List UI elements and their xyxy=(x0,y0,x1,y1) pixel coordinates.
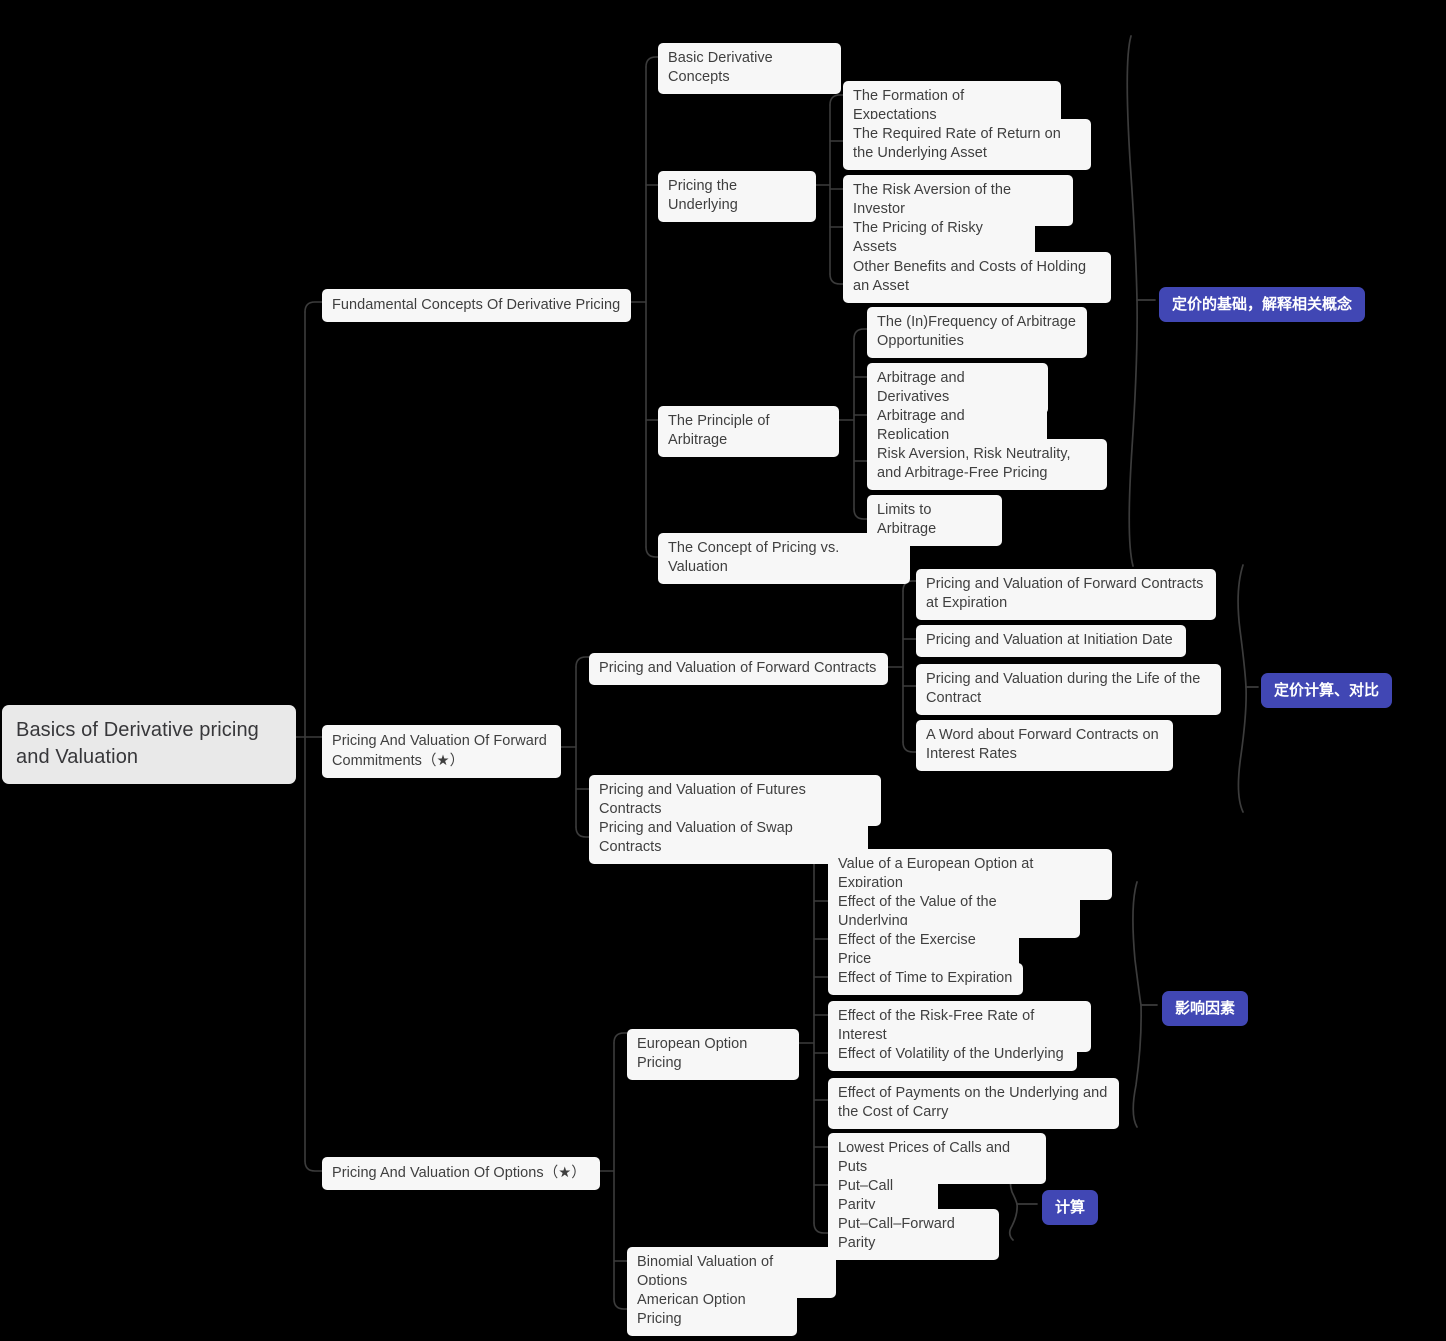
node-american-option-pricing[interactable]: American Option Pricing xyxy=(627,1285,797,1336)
node-principle-of-arbitrage[interactable]: The Principle of Arbitrage xyxy=(658,406,839,457)
root-node[interactable]: Basics of Derivative pricing and Valuati… xyxy=(2,705,296,784)
node-european-option-pricing[interactable]: European Option Pricing xyxy=(627,1029,799,1080)
annotation-badge-calculation[interactable]: 计算 xyxy=(1042,1190,1099,1225)
node-pricing-valuation-forward-contracts[interactable]: Pricing and Valuation of Forward Contrac… xyxy=(589,653,888,685)
node-pricing-valuation-swap-contracts[interactable]: Pricing and Valuation of Swap Contracts xyxy=(589,813,868,864)
mindmap-canvas: Basics of Derivative pricing and Valuati… xyxy=(0,0,1446,1341)
node-pricing-the-underlying[interactable]: Pricing the Underlying xyxy=(658,171,816,222)
node-effect-time-to-expiration[interactable]: Effect of Time to Expiration xyxy=(828,963,1023,995)
annotation-badge-pricing-basis[interactable]: 定价的基础，解释相关概念 xyxy=(1159,287,1366,322)
node-infrequency-of-arbitrage-opportunities[interactable]: The (In)Frequency of Arbitrage Opportuni… xyxy=(867,307,1087,358)
node-effect-volatility-of-underlying[interactable]: Effect of Volatility of the Underlying xyxy=(828,1039,1077,1071)
node-risk-aversion-neutrality-arbitrage-free[interactable]: Risk Aversion, Risk Neutrality, and Arbi… xyxy=(867,439,1107,490)
node-forward-at-expiration[interactable]: Pricing and Valuation of Forward Contrac… xyxy=(916,569,1216,620)
annotation-badge-influencing-factors[interactable]: 影响因素 xyxy=(1162,991,1249,1026)
node-put-call-forward-parity[interactable]: Put–Call–Forward Parity xyxy=(828,1209,999,1260)
branch-node-options[interactable]: Pricing And Valuation Of Options（★） xyxy=(322,1157,600,1190)
node-pricing-vs-valuation[interactable]: The Concept of Pricing vs. Valuation xyxy=(658,533,910,584)
branch-node-forward-commitments[interactable]: Pricing And Valuation Of Forward Commitm… xyxy=(322,725,561,778)
branch-node-fundamental-concepts[interactable]: Fundamental Concepts Of Derivative Prici… xyxy=(322,289,631,322)
node-forward-contracts-on-interest-rates[interactable]: A Word about Forward Contracts on Intere… xyxy=(916,720,1173,771)
node-basic-derivative-concepts[interactable]: Basic Derivative Concepts xyxy=(658,43,841,94)
annotation-badge-pricing-calculation[interactable]: 定价计算、对比 xyxy=(1261,673,1393,708)
node-effect-payments-cost-of-carry[interactable]: Effect of Payments on the Underlying and… xyxy=(828,1078,1119,1129)
node-forward-at-initiation-date[interactable]: Pricing and Valuation at Initiation Date xyxy=(916,625,1186,657)
node-other-benefits-and-costs[interactable]: Other Benefits and Costs of Holding an A… xyxy=(843,252,1111,303)
node-required-rate-of-return[interactable]: The Required Rate of Return on the Under… xyxy=(843,119,1091,170)
node-forward-during-life-of-contract[interactable]: Pricing and Valuation during the Life of… xyxy=(916,664,1221,715)
